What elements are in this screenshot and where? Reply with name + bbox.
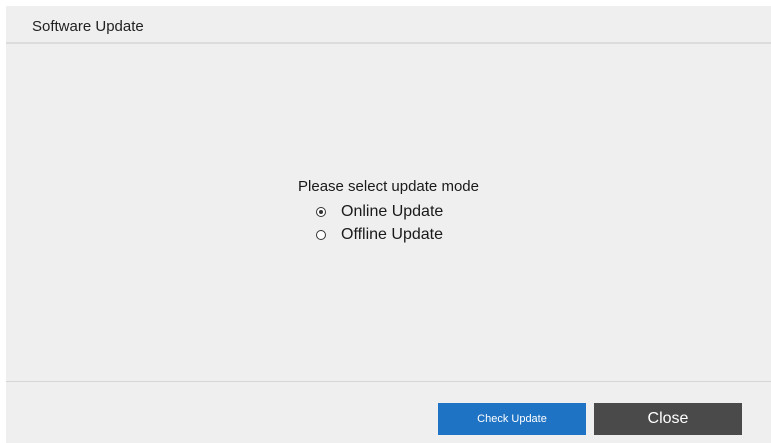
update-mode-radio-group: Online Update Offline Update xyxy=(316,201,443,247)
online-update-label[interactable]: Online Update xyxy=(341,203,443,221)
dialog-title: Software Update xyxy=(32,18,144,35)
close-button[interactable]: Close xyxy=(594,403,742,435)
offline-update-label[interactable]: Offline Update xyxy=(341,226,443,244)
dialog-footer: Check Update Close xyxy=(6,381,771,443)
offline-update-option[interactable]: Offline Update xyxy=(316,224,443,246)
dialog-titlebar: Software Update xyxy=(6,6,771,44)
online-update-option[interactable]: Online Update xyxy=(316,201,443,223)
dialog-body: Please select update mode Online Update … xyxy=(6,44,771,380)
check-update-button[interactable]: Check Update xyxy=(438,403,586,435)
online-update-radio[interactable] xyxy=(316,207,326,217)
update-mode-prompt: Please select update mode xyxy=(298,178,479,195)
software-update-dialog: Software Update Please select update mod… xyxy=(6,6,771,443)
offline-update-radio[interactable] xyxy=(316,230,326,240)
